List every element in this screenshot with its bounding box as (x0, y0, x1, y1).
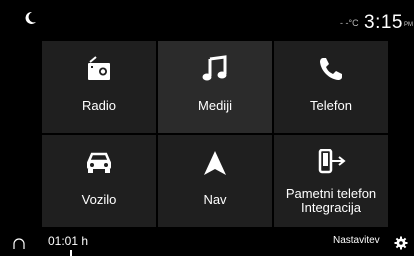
tile-label: Nav (203, 192, 227, 207)
tile-navigation[interactable]: Nav (158, 135, 272, 227)
trip-timer: 01:01 h (48, 234, 89, 248)
smartphone-projection-icon (315, 147, 347, 179)
bottom-bar: 01:01 h Nastavitev (0, 228, 414, 256)
gear-icon[interactable] (394, 236, 408, 250)
tile-label: Vozilo (81, 192, 117, 207)
clock-ampm: PM (404, 22, 413, 28)
tile-radio[interactable]: Radio (42, 41, 156, 133)
radio-icon (83, 53, 115, 85)
tile-label: Pametni telefon Integracija (285, 186, 377, 215)
music-note-icon (199, 53, 231, 85)
tile-label: Mediji (198, 98, 232, 113)
tile-smartphone-integration[interactable]: Pametni telefon Integracija (274, 135, 388, 227)
tile-vehicle[interactable]: Vozilo (42, 135, 156, 227)
outside-temperature: - -°C (340, 18, 359, 28)
tile-label: Radio (82, 98, 116, 113)
tile-label: Telefon (310, 98, 352, 113)
tile-media[interactable]: Mediji (158, 41, 272, 133)
phone-icon (315, 53, 347, 85)
home-app-grid: Radio Mediji Telefon Vozilo Nav Pametni … (42, 41, 388, 229)
timer-marker (70, 250, 72, 256)
navigation-arrow-icon (199, 147, 231, 179)
tile-phone[interactable]: Telefon (274, 41, 388, 133)
home-icon[interactable] (12, 238, 26, 250)
night-mode-moon-icon[interactable] (22, 10, 38, 26)
car-icon (83, 147, 115, 179)
clock-time: 3:15 (364, 12, 403, 33)
status-bar: - -°C 3:15 PM (0, 0, 414, 40)
settings-label[interactable]: Nastavitev (333, 235, 380, 246)
